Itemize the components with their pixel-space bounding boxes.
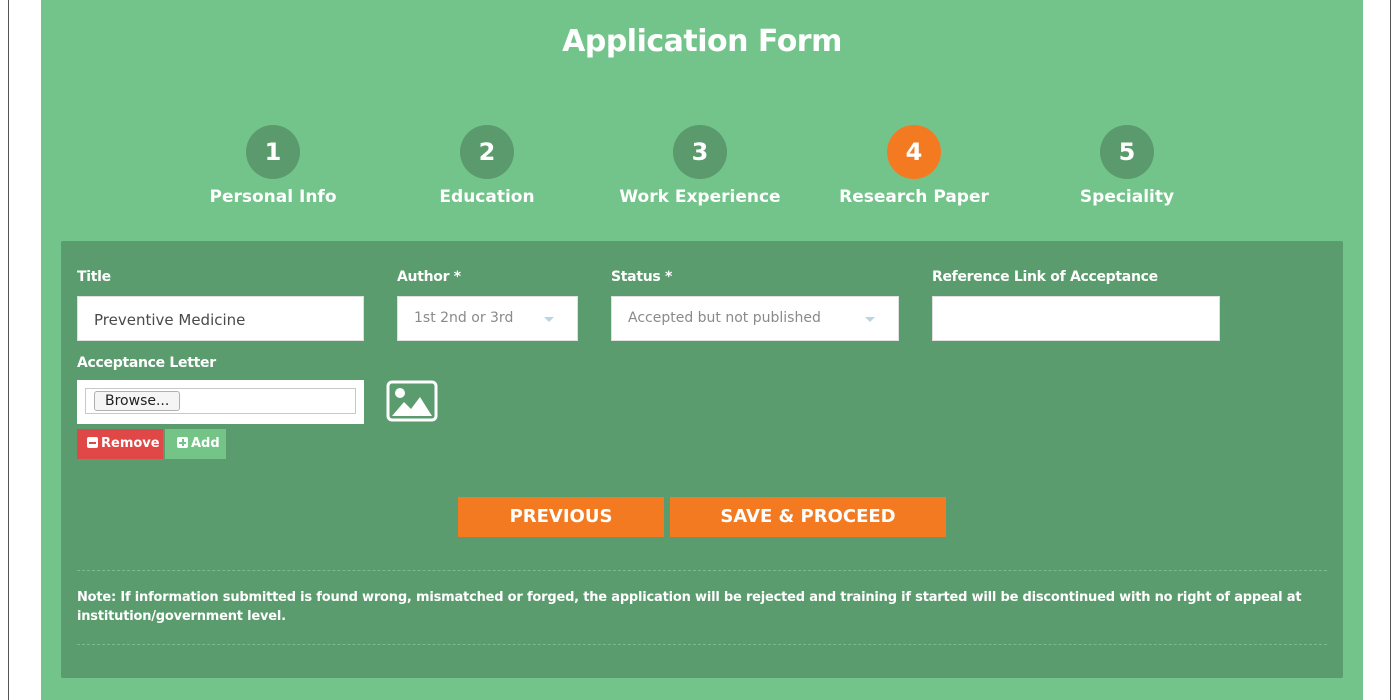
reference-link-input[interactable] bbox=[932, 296, 1220, 341]
step-work-experience[interactable]: 3 Work Experience bbox=[600, 125, 800, 207]
status-label: Status * bbox=[611, 269, 673, 285]
browse-button[interactable]: Browse... bbox=[94, 391, 181, 411]
status-selected-value: Accepted but not published bbox=[628, 310, 821, 326]
step-label: Education bbox=[439, 187, 535, 207]
application-panel: Application Form 1 Personal Info 2 Educa… bbox=[41, 0, 1363, 700]
step-education[interactable]: 2 Education bbox=[387, 125, 587, 207]
title-label: Title bbox=[77, 269, 111, 285]
file-input-field[interactable]: Browse... bbox=[85, 388, 356, 414]
step-number: 3 bbox=[673, 125, 727, 179]
author-selected-value: 1st 2nd or 3rd bbox=[414, 310, 514, 326]
step-research-paper[interactable]: 4 Research Paper bbox=[814, 125, 1014, 207]
window-border-left bbox=[8, 0, 9, 700]
step-personal-info[interactable]: 1 Personal Info bbox=[173, 125, 373, 207]
divider bbox=[77, 644, 1327, 645]
reference-link-label: Reference Link of Acceptance bbox=[932, 269, 1158, 285]
acceptance-letter-label: Acceptance Letter bbox=[77, 355, 216, 371]
step-speciality[interactable]: 5 Speciality bbox=[1027, 125, 1227, 207]
add-button[interactable]: Add bbox=[165, 429, 226, 459]
caret-down-icon bbox=[865, 317, 875, 322]
file-input: Browse... bbox=[77, 380, 364, 424]
minus-square-icon bbox=[87, 437, 98, 448]
author-label: Author * bbox=[397, 269, 461, 285]
status-select[interactable]: Accepted but not published bbox=[611, 296, 899, 341]
title-input[interactable]: Preventive Medicine bbox=[77, 296, 364, 341]
step-number: 1 bbox=[246, 125, 300, 179]
image-icon[interactable] bbox=[386, 380, 438, 422]
remove-label: Remove bbox=[101, 436, 160, 451]
add-label: Add bbox=[191, 436, 220, 451]
step-label: Work Experience bbox=[619, 187, 781, 207]
step-number: 2 bbox=[460, 125, 514, 179]
plus-square-icon bbox=[177, 437, 188, 448]
save-proceed-button[interactable]: SAVE & PROCEED bbox=[670, 497, 946, 537]
step-label: Speciality bbox=[1079, 187, 1175, 207]
step-label: Research Paper bbox=[839, 187, 989, 207]
divider bbox=[77, 570, 1327, 571]
research-paper-form: Title Preventive Medicine Author * 1st 2… bbox=[61, 241, 1343, 678]
step-number: 5 bbox=[1100, 125, 1154, 179]
form-title: Application Form bbox=[562, 24, 842, 59]
step-label: Personal Info bbox=[209, 187, 337, 207]
remove-button[interactable]: Remove bbox=[77, 429, 163, 459]
disclaimer-note: Note: If information submitted is found … bbox=[77, 590, 1302, 624]
step-number: 4 bbox=[887, 125, 941, 179]
window-border-right bbox=[1390, 0, 1391, 700]
caret-down-icon bbox=[544, 317, 554, 322]
previous-button[interactable]: PREVIOUS bbox=[458, 497, 664, 537]
author-select[interactable]: 1st 2nd or 3rd bbox=[397, 296, 578, 341]
